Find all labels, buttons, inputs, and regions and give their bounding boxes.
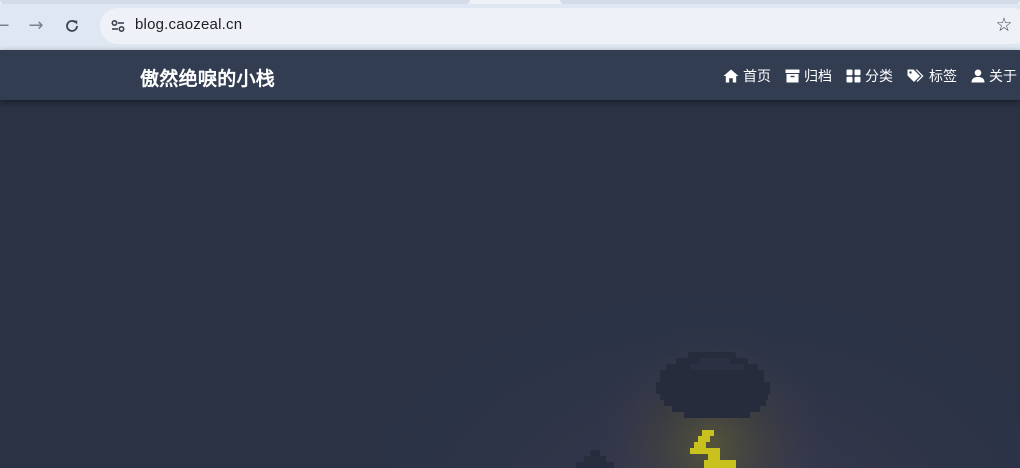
archive-icon [785,69,800,83]
url-text[interactable]: blog.caozeal.cn [135,16,242,33]
browser-toolbar: ← → blog.caozeal.cn ☆ [0,0,1020,50]
home-icon [723,69,739,83]
grid-icon [846,69,861,83]
nav-item-label: 归档 [804,68,832,84]
nav-item-label: 分类 [865,68,893,84]
pixel-art-illustration [560,320,880,468]
star-outline-icon[interactable]: ☆ [992,13,1016,37]
nav-item-home[interactable]: 首页 [723,66,771,86]
nav-item-tags[interactable]: 标签 [907,66,957,86]
nav-item-categories[interactable]: 分类 [846,66,893,86]
tab-edge-right [560,0,1020,4]
nav-menu: 首页 归档 分类 标签 关于 [723,65,1020,87]
tab-strip [0,0,1020,4]
tab-edge-left [0,0,470,4]
arrow-right-icon[interactable]: → [22,12,50,40]
nav-item-about[interactable]: 关于 [971,66,1017,86]
tags-icon [907,69,924,82]
nav-item-label: 关于 [989,68,1017,84]
site-brand[interactable]: 傲然绝唳的小栈 [140,64,275,91]
reload-icon[interactable] [58,12,86,40]
user-icon [971,69,985,83]
nav-item-archive[interactable]: 归档 [785,66,832,86]
hero-banner [0,100,1020,468]
tune-icon[interactable] [106,14,130,38]
site-navbar: 傲然绝唳的小栈 首页 归档 分类 标签 关于 [0,50,1020,100]
nav-item-label: 标签 [929,68,957,84]
arrow-left-icon[interactable]: ← [0,12,16,40]
nav-item-label: 首页 [743,68,771,84]
